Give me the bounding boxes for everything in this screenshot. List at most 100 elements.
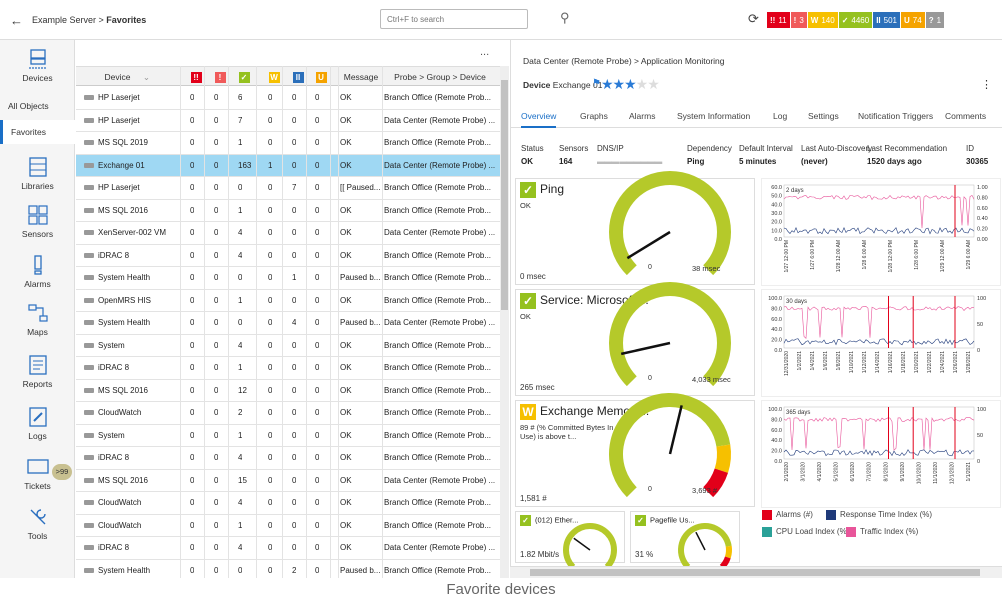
sidebar-item-favorites[interactable]: Favorites	[0, 120, 75, 144]
legend-item[interactable]: Traffic Index (%)	[846, 527, 918, 537]
status-count-cell: 0	[315, 565, 320, 575]
tab-overview[interactable]: Overview	[521, 111, 557, 128]
y-tick-label: 10.0	[771, 228, 782, 234]
table-row[interactable]: HP Laserjet 0 0 7 0 0 0 OK Data Center (Remote P…	[76, 110, 500, 132]
table-row[interactable]: iDRAC 8 0 0 4 0 0 0 OK Data Center (Remote Probe…	[76, 537, 500, 560]
table-row[interactable]: MS SQL 2016 0 0 12 0 0 0 OK Branch Office (Remot…	[76, 380, 500, 402]
y2-tick-label: 0.00	[977, 237, 988, 243]
column-header-status[interactable]: W	[264, 67, 284, 87]
legend-item[interactable]: Alarms (#)	[762, 510, 813, 520]
priority-stars[interactable]: ★★★★★	[601, 76, 660, 93]
table-row[interactable]: System Health 0 0 0 0 1 0 Paused b... Branch Off…	[76, 267, 500, 290]
tab-comments[interactable]: Comments	[945, 111, 986, 121]
status-count-cell: 0	[268, 228, 273, 237]
status-count-cell: 0	[292, 160, 297, 170]
status-badge[interactable]: II 501	[873, 12, 900, 28]
column-header-path[interactable]: Probe > Group > Device	[384, 67, 496, 87]
table-row[interactable]: CloudWatch 0 0 1 0 0 0 OK Branch Office (Remote …	[76, 515, 500, 537]
table-row[interactable]: System Health 0 0 0 0 4 0 Paused b... Data Cente…	[76, 312, 500, 335]
sidebar-item-tickets[interactable]: Tickets >99	[0, 456, 75, 491]
sidebar-item-libraries[interactable]: Libraries	[0, 156, 75, 191]
sidebar-item-label: Tools	[27, 531, 48, 541]
kebab-menu-icon[interactable]: ⋮	[981, 78, 992, 91]
sidebar-item-logs[interactable]: Logs	[0, 406, 75, 441]
x-tick-label: 1/26/2021	[953, 351, 959, 373]
table-row[interactable]: XenServer-002 VM 0 0 4 0 0 0 OK Data Center (Rem…	[76, 222, 500, 245]
x-tick-label: 1/2/2021	[797, 351, 803, 371]
sidebar-item-sensors[interactable]: Sensors	[0, 204, 75, 239]
table-row[interactable]: HP Laserjet 0 0 6 0 0 0 OK Branch Office (Remote…	[76, 87, 500, 110]
sensor-graph[interactable]: 30 days 100.0 80.0 60.0 40.0 20.0 0.0 100 50 0 12/…	[761, 289, 1001, 397]
table-row[interactable]: Exchange 01 0 0 163 1 0 0 OK Data Center (Remote…	[76, 154, 500, 177]
table-row[interactable]: iDRAC 8 0 0 4 0 0 0 OK Branch Office (Remote Pro…	[76, 447, 500, 470]
tab-alarms[interactable]: Alarms	[629, 111, 655, 121]
table-row[interactable]: iDRAC 8 0 0 1 0 0 0 OK Branch Office (Remote Pro…	[76, 357, 500, 380]
status-count-cell: 0	[268, 340, 273, 350]
status-badge[interactable]: W 140	[807, 12, 838, 28]
table-row[interactable]: CloudWatch 0 0 2 0 0 0 OK Branch Office (Remote …	[76, 402, 500, 425]
status-count-cell: 12	[238, 385, 247, 395]
table-row[interactable]: HP Laserjet 0 0 0 0 7 0 [[ Paused... Branch Offi…	[76, 177, 500, 200]
search-icon[interactable]: ⚲	[560, 10, 570, 26]
sidebar-item-devices[interactable]: Devices	[0, 48, 75, 83]
scrollbar-thumb[interactable]	[501, 80, 508, 310]
more-options-icon[interactable]: ...	[480, 46, 489, 58]
column-header-message[interactable]: Message	[340, 67, 382, 87]
table-row[interactable]: System 0 0 4 0 0 0 OK Branch Office (Remote Prob…	[76, 335, 500, 357]
sensor-graph[interactable]: 2 days 60.0 50.0 40.0 30.0 20.0 10.0 0.0 1.00 0.8…	[761, 178, 1001, 286]
sidebar-item-all-objects[interactable]: All Objects	[0, 94, 75, 118]
column-header-status[interactable]: II	[288, 67, 308, 87]
status-badge[interactable]: ? 1	[925, 12, 945, 28]
status-count-cell: 0	[292, 520, 297, 530]
sidebar-item-maps[interactable]: Maps	[0, 302, 75, 337]
detail-horizontal-scrollbar[interactable]	[510, 566, 1002, 578]
table-row[interactable]: System Health 0 0 0 0 2 0 Paused b... Branch Off…	[76, 560, 500, 579]
table-row[interactable]: CloudWatch 0 0 4 0 0 0 OK Branch Office (Remote …	[76, 492, 500, 515]
table-row[interactable]: iDRAC 8 0 0 4 0 0 0 OK Branch Office (Remote Pro…	[76, 245, 500, 267]
status-badge[interactable]: ✓ 4460	[838, 12, 873, 28]
x-tick-label: 1/24/2021	[940, 351, 946, 373]
scrollbar-thumb[interactable]	[530, 569, 980, 576]
table-row[interactable]: MS SQL 2019 0 0 1 0 0 0 OK Branch Office (Remote…	[76, 132, 500, 155]
column-header-device[interactable]: Device ⌄	[76, 67, 158, 87]
message-cell: OK	[340, 115, 352, 125]
status-badge[interactable]: U 74	[901, 12, 925, 28]
search-input[interactable]	[380, 9, 528, 29]
status-badge[interactable]: !! 11	[767, 12, 790, 28]
status-count-cell: 0	[315, 520, 320, 530]
tab-notification-triggers[interactable]: Notification Triggers	[858, 111, 933, 121]
status-badge[interactable]: ! 3	[790, 12, 807, 28]
device-name: XenServer-002 VM	[98, 228, 167, 237]
y2-tick-label: 100	[977, 296, 986, 302]
tab-system-information[interactable]: System Information	[677, 111, 750, 121]
sidebar-item-alarms[interactable]: Alarms	[0, 254, 75, 289]
legend-item[interactable]: Response Time Index (%)	[826, 510, 932, 520]
column-header-status[interactable]: ✓	[234, 67, 254, 87]
table-row[interactable]: MS SQL 2016 0 0 15 0 0 0 OK Data Center (Remote …	[76, 470, 500, 492]
sensor-graph[interactable]: 365 days 100.0 80.0 60.0 40.0 20.0 0.0 100 50 0 2/…	[761, 400, 1001, 508]
table-row[interactable]: OpenMRS HIS 0 0 1 0 0 0 OK Branch Office (Remote…	[76, 290, 500, 312]
legend-item[interactable]: CPU Load Index (%)	[762, 527, 849, 537]
sidebar-item-reports[interactable]: Reports	[0, 354, 75, 389]
table-row[interactable]: MS SQL 2016 0 0 1 0 0 0 OK Branch Office (Remote…	[76, 200, 500, 222]
x-tick-label: 1/27 6:00 PM	[810, 240, 816, 270]
column-header-status[interactable]: !	[210, 67, 230, 87]
status-count-cell: 0	[268, 408, 273, 417]
refresh-icon[interactable]: ⟳	[748, 11, 759, 27]
gauge-needle	[620, 341, 671, 356]
table-row[interactable]: System 0 0 1 0 0 0 OK Branch Office (Remote Prob…	[76, 425, 500, 447]
tab-graphs[interactable]: Graphs	[580, 111, 608, 121]
status-count-cell: 0	[190, 385, 195, 395]
flag-icon[interactable]: ⚑	[592, 78, 601, 89]
sidebar-item-tools[interactable]: Tools	[0, 506, 75, 541]
column-header-status[interactable]: U	[311, 67, 331, 87]
status-icon: !	[793, 15, 797, 25]
breadcrumb-parent[interactable]: Example Server >	[32, 15, 104, 25]
column-header-status[interactable]: !!	[186, 67, 206, 87]
back-arrow-icon[interactable]: ←	[10, 13, 23, 28]
device-title: Device Exchange 01	[523, 80, 602, 90]
tab-settings[interactable]: Settings	[808, 111, 839, 121]
detail-breadcrumb[interactable]: Data Center (Remote Probe) > Application…	[523, 56, 725, 66]
table-scrollbar[interactable]	[500, 66, 509, 578]
tab-log[interactable]: Log	[773, 111, 787, 121]
